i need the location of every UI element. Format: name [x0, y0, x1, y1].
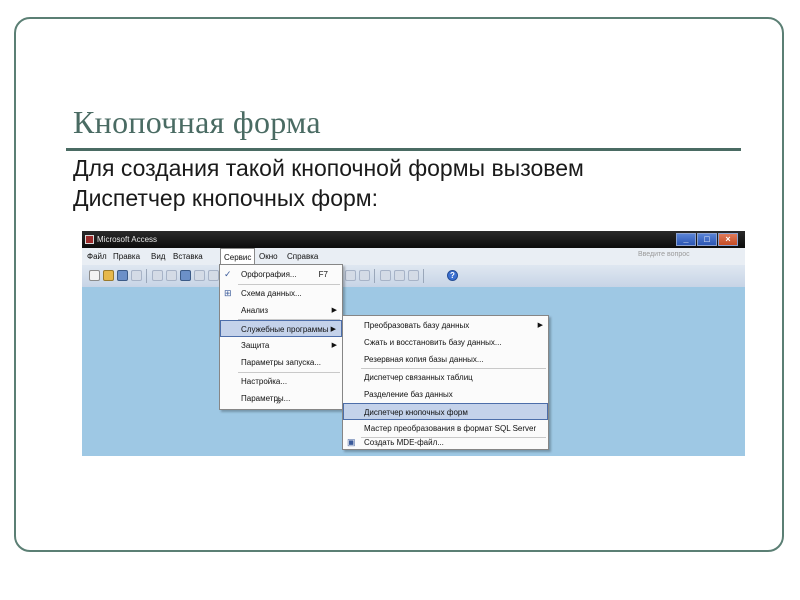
menu-item-label: Создать MDE-файл...: [364, 438, 444, 447]
window-title: Microsoft Access: [97, 235, 158, 244]
access-screenshot: Microsoft Access _ □ × Файл Правка Вид В…: [82, 231, 745, 456]
access-app-icon: [85, 235, 94, 244]
menu-shortcut: F7: [318, 270, 328, 279]
new-icon[interactable]: [89, 270, 100, 281]
link-icon[interactable]: [359, 270, 370, 281]
mde-file-icon: ▣: [347, 437, 356, 447]
menu-item-spelling[interactable]: ✓ Орфография... F7: [220, 266, 342, 283]
menu-view[interactable]: Вид: [151, 252, 165, 261]
print-icon[interactable]: [152, 270, 163, 281]
menu-item-backup[interactable]: Резервная копия базы данных...: [343, 351, 548, 368]
save-icon[interactable]: [117, 270, 128, 281]
ask-question-box[interactable]: Введите вопрос: [638, 251, 742, 262]
copy-icon[interactable]: [208, 270, 219, 281]
submenu-arrow-icon: ▶: [331, 342, 337, 349]
menu-item-label: Разделение баз данных: [364, 390, 453, 399]
window-titlebar: Microsoft Access _ □ ×: [82, 231, 745, 248]
menu-item-label: Диспетчер кнопочных форм: [364, 408, 468, 417]
maximize-button[interactable]: □: [697, 233, 717, 246]
relationships-icon: ⊞: [224, 288, 232, 298]
insert-object-icon[interactable]: [345, 270, 356, 281]
minimize-button[interactable]: _: [676, 233, 696, 246]
menu-file[interactable]: Файл: [87, 252, 107, 261]
menu-item-security[interactable]: Защита ▶: [220, 337, 342, 354]
toolbar-separator: [423, 269, 424, 283]
menu-item-make-mde[interactable]: ▣ Создать MDE-файл...: [343, 434, 548, 451]
menu-item-analyze[interactable]: Анализ ▶: [220, 302, 342, 319]
menu-item-convert-db[interactable]: Преобразовать базу данных ▶: [343, 317, 548, 334]
close-button[interactable]: ×: [718, 233, 738, 246]
expand-menu-chevron-icon[interactable]: »: [276, 396, 281, 406]
relationships-toolbar-icon[interactable]: [380, 270, 391, 281]
spelling-icon[interactable]: [180, 270, 191, 281]
menu-item-label: Анализ: [241, 306, 269, 315]
menu-item-label: Параметры запуска...: [241, 358, 322, 367]
menu-help[interactable]: Справка: [287, 252, 318, 261]
cut-icon[interactable]: [194, 270, 205, 281]
spellcheck-icon: ✓: [224, 269, 232, 279]
service-menu: ✓ Орфография... F7 ⊞ Схема данных... Ана…: [219, 264, 343, 410]
menu-item-label: Преобразовать базу данных: [364, 321, 470, 330]
menu-bar: Файл Правка Вид Вставка Сервис Окно Спра…: [82, 248, 745, 265]
menu-item-label: Сжать и восстановить базу данных...: [364, 338, 502, 347]
submenu-arrow-icon: ▶: [331, 307, 337, 314]
toolbar-separator: [146, 269, 147, 283]
menu-item-customize[interactable]: Настройка...: [220, 373, 342, 390]
preview-icon[interactable]: [166, 270, 177, 281]
menu-item-utilities[interactable]: Служебные программы ▶: [220, 320, 342, 337]
utilities-submenu: Преобразовать базу данных ▶ Сжать и восс…: [342, 315, 549, 450]
menu-item-split-db[interactable]: Разделение баз данных: [343, 386, 548, 403]
menu-item-label: Резервная копия базы данных...: [364, 355, 484, 364]
menu-item-label: Защита: [241, 341, 270, 350]
standard-toolbar: ?: [82, 265, 745, 287]
menu-item-compact-repair[interactable]: Сжать и восстановить базу данных...: [343, 334, 548, 351]
menu-item-label: Служебные программы: [241, 325, 329, 334]
slide-text-line-1: Для создания такой кнопочной формы вызов…: [73, 155, 584, 181]
open-icon[interactable]: [103, 270, 114, 281]
slide-text-line-2: Диспетчер кнопочных форм:: [73, 185, 379, 211]
properties-icon[interactable]: [394, 270, 405, 281]
title-divider: [66, 148, 741, 151]
menu-item-startup[interactable]: Параметры запуска...: [220, 354, 342, 371]
menu-item-label: Настройка...: [241, 377, 288, 386]
menu-item-label: Параметры...: [241, 394, 291, 403]
new-object-icon[interactable]: [408, 270, 419, 281]
menu-edit[interactable]: Правка: [113, 252, 140, 261]
toolbar-separator: [374, 269, 375, 283]
file-search-icon[interactable]: [131, 270, 142, 281]
help-icon[interactable]: ?: [447, 270, 458, 281]
menu-item-label: Схема данных...: [241, 289, 302, 298]
menu-item-label: Диспетчер связанных таблиц: [364, 373, 473, 382]
menu-window[interactable]: Окно: [259, 252, 278, 261]
slide-title: Кнопочная форма: [73, 104, 321, 140]
menu-insert[interactable]: Вставка: [173, 252, 203, 261]
submenu-arrow-icon: ▶: [330, 326, 336, 333]
menu-item-data-schema[interactable]: ⊞ Схема данных...: [220, 285, 342, 302]
slide-body-text: Для создания такой кнопочной формы вызов…: [73, 153, 733, 213]
menu-item-switchboard-manager[interactable]: Диспетчер кнопочных форм: [343, 403, 548, 420]
menu-item-label: Орфография...: [241, 270, 297, 279]
menu-service[interactable]: Сервис: [220, 248, 256, 265]
submenu-arrow-icon: ▶: [537, 322, 543, 329]
menu-item-linked-tables[interactable]: Диспетчер связанных таблиц: [343, 369, 548, 386]
